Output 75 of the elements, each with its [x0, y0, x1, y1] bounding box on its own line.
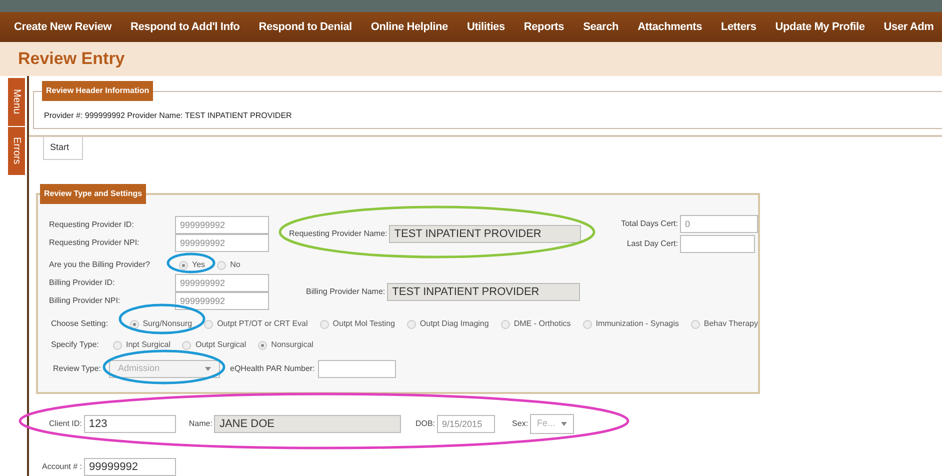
- text-field[interactable]: 999999992: [175, 216, 269, 234]
- nav-link[interactable]: Letters: [721, 18, 756, 36]
- nav-link[interactable]: User Adm: [884, 18, 934, 36]
- radio-label: Outpt Diag Imaging: [420, 318, 489, 330]
- field-label: Requesting Provider Name:: [289, 228, 388, 240]
- text-field[interactable]: 999999992: [175, 274, 269, 292]
- nav-link[interactable]: Respond to Denial: [258, 18, 352, 36]
- radio-label: Immunization - Synagis: [596, 318, 679, 330]
- field-label: Requesting Provider NPI:: [49, 237, 140, 249]
- field-label: Total Days Cert:: [621, 218, 678, 230]
- text-field[interactable]: 0: [680, 215, 758, 233]
- radio-button[interactable]: [406, 320, 416, 328]
- nav-link[interactable]: Create New Review: [14, 18, 112, 36]
- radio-button[interactable]: [182, 340, 192, 350]
- side-tab[interactable]: Errors: [8, 127, 25, 175]
- radio-label: Inpt Surgical: [126, 339, 170, 351]
- text-field[interactable]: TEST INPATIENT PROVIDER: [387, 283, 580, 301]
- radio-label: Nonsurgical: [271, 339, 314, 351]
- nav-link[interactable]: Search: [583, 18, 619, 36]
- radio-button[interactable]: [258, 340, 268, 350]
- nav-link[interactable]: Attachments: [638, 18, 702, 36]
- radio-button[interactable]: [690, 320, 700, 328]
- section-legend: Review Type and Settings: [40, 184, 146, 204]
- nav-link[interactable]: Utilities: [466, 18, 505, 36]
- radio-label: DME - Orthotics: [514, 318, 571, 330]
- field-label: eQHealth PAR Number:: [230, 363, 315, 375]
- side-tab[interactable]: Menu: [8, 78, 25, 126]
- tab[interactable]: Start: [43, 137, 83, 160]
- radio-button[interactable]: [113, 340, 122, 350]
- radio-label: Outpt Mol Testing: [332, 318, 395, 330]
- field-label: Client ID:: [49, 418, 82, 430]
- field-label: Sex:: [512, 418, 528, 430]
- radio-label: Outpt PT/OT or CRT Eval: [217, 318, 308, 330]
- text-field[interactable]: 9/15/2015: [437, 415, 496, 433]
- field-label: Review Type:: [52, 363, 102, 375]
- text-field[interactable]: 99999992: [84, 458, 176, 476]
- radio-button[interactable]: [179, 260, 188, 270]
- nav-link[interactable]: Update My Profile: [775, 18, 865, 36]
- nav-link[interactable]: Reports: [524, 18, 564, 36]
- field-label: Name:: [188, 418, 212, 430]
- radio-label: Surg/Nonsurg: [142, 318, 192, 330]
- field-label: Billing Provider NPI:: [49, 295, 122, 307]
- text-field[interactable]: TEST INPATIENT PROVIDER: [389, 225, 582, 243]
- field-label: Billing Provider ID:: [49, 277, 116, 289]
- radio-button[interactable]: [217, 260, 226, 270]
- text-field[interactable]: 123: [84, 415, 176, 433]
- radio-label: Outpt Surgical: [195, 339, 246, 351]
- nav-link[interactable]: Respond to Add'l Info: [130, 18, 240, 36]
- field-label: Account # :: [42, 461, 82, 473]
- field-label: Billing Provider Name:: [306, 286, 386, 298]
- text-field[interactable]: [318, 360, 396, 378]
- field-label: Requesting Provider ID:: [49, 219, 135, 231]
- radio-button[interactable]: [582, 320, 592, 328]
- radio-button[interactable]: [320, 320, 329, 328]
- field-label: Choose Setting:: [50, 318, 109, 330]
- section-legend: Review Header Information: [42, 81, 154, 101]
- radio-button[interactable]: [204, 320, 214, 328]
- nav-link[interactable]: Online Helpline: [370, 18, 448, 36]
- text-field[interactable]: 999999992: [175, 234, 269, 252]
- radio-label: Behav Therapy: [704, 318, 758, 330]
- field-label: Are you the Billing Provider?: [49, 259, 151, 271]
- page-title: Review Entry: [18, 48, 125, 70]
- field-label: Specify Type:: [50, 339, 100, 351]
- field-label: DOB:: [415, 418, 436, 430]
- provider-info: Provider #: 999999992 Provider Name: TEST INPATIENT PROVIDER: [44, 110, 293, 122]
- radio-button[interactable]: [500, 320, 510, 328]
- radio-label: Yes: [192, 259, 206, 271]
- text-field[interactable]: [680, 235, 755, 253]
- text-field[interactable]: 999999992: [175, 292, 269, 310]
- dropdown-arrow-icon: [205, 367, 211, 371]
- text-field[interactable]: JANE DOE: [214, 415, 402, 433]
- radio-button[interactable]: [130, 320, 139, 328]
- field-label: Last Day Cert:: [626, 238, 678, 250]
- radio-label: No: [230, 259, 240, 271]
- dropdown-arrow-icon: [561, 422, 568, 426]
